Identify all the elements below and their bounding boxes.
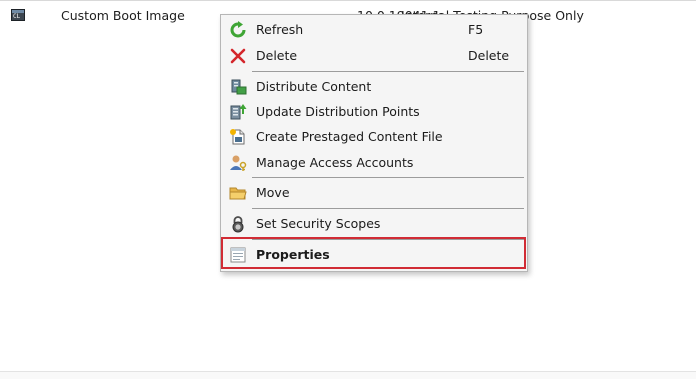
menu-item-label: Refresh <box>256 22 304 37</box>
menu-item-manage-access-accounts[interactable]: Manage Access Accounts <box>222 151 526 175</box>
distribute-content-icon <box>229 78 247 96</box>
menu-item-distribute-content[interactable]: Distribute Content <box>222 75 526 99</box>
menu-item-label: Update Distribution Points <box>256 104 420 119</box>
context-menu: Refresh F5 Delete Delete Distribute Cont… <box>220 14 528 272</box>
menu-item-refresh[interactable]: Refresh F5 <box>222 18 526 42</box>
menu-item-set-security-scopes[interactable]: Set Security Scopes <box>222 212 526 236</box>
prestaged-content-icon <box>229 128 247 146</box>
menu-item-shortcut: F5 <box>468 22 484 37</box>
menu-item-update-distribution-points[interactable]: Update Distribution Points <box>222 100 526 124</box>
menu-separator <box>252 71 524 72</box>
delete-icon <box>229 47 247 65</box>
refresh-icon <box>229 21 247 39</box>
menu-item-create-prestaged-content-file[interactable]: Create Prestaged Content File <box>222 125 526 149</box>
update-distribution-points-icon <box>229 103 247 121</box>
menu-item-label: Properties <box>256 247 330 262</box>
menu-item-properties[interactable]: Properties <box>222 243 526 267</box>
menu-item-label: Move <box>256 185 290 200</box>
menu-item-move[interactable]: Move <box>222 181 526 205</box>
menu-item-delete[interactable]: Delete Delete <box>222 44 526 68</box>
menu-item-label: Distribute Content <box>256 79 372 94</box>
security-scopes-icon <box>229 215 247 233</box>
properties-icon <box>229 246 247 264</box>
menu-item-label: Manage Access Accounts <box>256 155 414 170</box>
menu-item-label: Create Prestaged Content File <box>256 129 443 144</box>
row-name-cell: Custom Boot Image <box>61 8 185 23</box>
folder-move-icon <box>229 184 247 202</box>
menu-separator <box>252 239 524 240</box>
menu-separator <box>252 208 524 209</box>
menu-item-label: Set Security Scopes <box>256 216 381 231</box>
menu-separator <box>252 177 524 178</box>
boot-image-icon-text: CL <box>13 13 21 20</box>
boot-image-icon: CL <box>11 9 25 21</box>
menu-item-shortcut: Delete <box>468 48 510 63</box>
menu-item-label: Delete <box>256 48 298 63</box>
list-bottom-edge <box>0 371 696 379</box>
manage-access-accounts-icon <box>229 154 247 172</box>
screen: CL Custom Boot Image 10.0.19041.1 Intern… <box>0 0 696 379</box>
